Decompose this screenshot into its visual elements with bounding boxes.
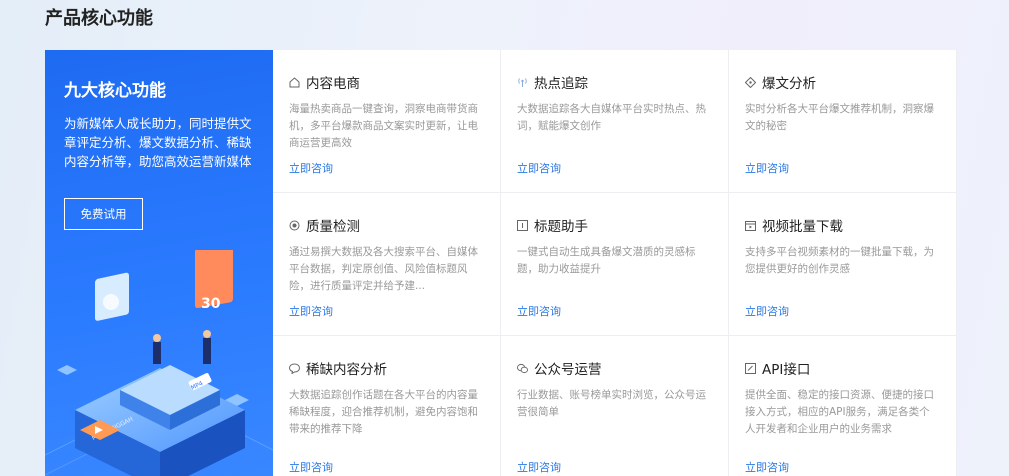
feature-title: 稀缺内容分析 bbox=[306, 362, 387, 378]
feature-title: API接口 bbox=[762, 362, 811, 378]
free-trial-button[interactable]: 免费试用 bbox=[64, 198, 143, 230]
feature-card-quality-check: 质量检测 通过易撰大数据及各大搜索平台、自媒体平台数据，判定原创值、风险值标题风… bbox=[273, 193, 501, 336]
feature-card-content-ecommerce: 内容电商 海量热卖商品一键查询，洞察电商带货商机，多平台爆款商品文案实时更新，让… bbox=[273, 50, 501, 193]
isometric-illustration: 30 MENGUNGGAH MP4 bbox=[45, 250, 273, 476]
feature-card-viral-article-analysis: 爆文分析 实时分析各大平台爆文推荐机制，洞察爆文的秘密 立即咨询 bbox=[729, 50, 957, 193]
feature-card-official-account-ops: 公众号运营 行业数据、账号榜单实时浏览，公众号运营很简单 立即咨询 bbox=[501, 336, 729, 476]
section-title: 产品核心功能 bbox=[45, 8, 153, 29]
feature-title: 内容电商 bbox=[306, 76, 360, 92]
feature-card-api: API接口 提供全面、稳定的接口资源、便捷的接口接入方式，相应的API服务，满足… bbox=[729, 336, 957, 476]
consult-link[interactable]: 立即咨询 bbox=[745, 459, 789, 475]
feature-description: 行业数据、账号榜单实时浏览，公众号运营很简单 bbox=[517, 389, 706, 418]
wechat-icon bbox=[517, 363, 528, 374]
download-icon bbox=[745, 220, 756, 231]
feature-description: 通过易撰大数据及各大搜索平台、自媒体平台数据，判定原创值、风险值标题风险，进行质… bbox=[289, 246, 478, 292]
feature-card-video-download: 视频批量下载 支持多平台视频素材的一键批量下载，为您提供更好的创作灵感 立即咨询 bbox=[729, 193, 957, 336]
feature-title: 公众号运营 bbox=[534, 362, 602, 378]
consult-link[interactable]: 立即咨询 bbox=[517, 303, 561, 319]
feature-card-hotspot-tracking: 热点追踪 大数据追踪各大自媒体平台实时热点、热词，赋能爆文创作 立即咨询 bbox=[501, 50, 729, 193]
feature-card-scarce-content-analysis: 稀缺内容分析 大数据追踪创作话题在各大平台的内容量稀缺程度，迎合推荐机制，避免内… bbox=[273, 336, 501, 476]
feature-title: 质量检测 bbox=[306, 219, 360, 235]
feature-title: 爆文分析 bbox=[762, 76, 816, 92]
illustration-number: 30 bbox=[201, 296, 221, 312]
feature-card-title-assistant: 标题助手 一键式自动生成具备爆文潜质的灵感标题，助力收益提升 立即咨询 bbox=[501, 193, 729, 336]
title-icon bbox=[517, 219, 528, 231]
feature-title: 标题助手 bbox=[534, 219, 588, 235]
consult-link[interactable]: 立即咨询 bbox=[289, 459, 333, 475]
feature-description: 提供全面、稳定的接口资源、便捷的接口接入方式，相应的API服务，满足各类个人开发… bbox=[745, 389, 934, 435]
intro-title: 九大核心功能 bbox=[64, 81, 166, 101]
feature-description: 大数据追踪各大自媒体平台实时热点、热词，赋能爆文创作 bbox=[517, 103, 706, 132]
intro-panel: 九大核心功能 为新媒体人成长助力，同时提供文章评定分析、爆文数据分析、稀缺内容分… bbox=[45, 50, 273, 476]
consult-link[interactable]: 立即咨询 bbox=[517, 459, 561, 475]
broadcast-icon bbox=[517, 77, 528, 88]
consult-link[interactable]: 立即咨询 bbox=[745, 160, 789, 176]
feature-title: 热点追踪 bbox=[534, 76, 588, 92]
comment-icon bbox=[289, 362, 300, 374]
features-panel: 九大核心功能 为新媒体人成长助力，同时提供文章评定分析、爆文数据分析、稀缺内容分… bbox=[45, 50, 957, 476]
consult-link[interactable]: 立即咨询 bbox=[289, 160, 333, 176]
quality-icon bbox=[289, 220, 300, 231]
home-icon bbox=[289, 76, 300, 88]
feature-title: 视频批量下载 bbox=[762, 219, 843, 235]
consult-link[interactable]: 立即咨询 bbox=[517, 160, 561, 176]
feature-description: 大数据追踪创作话题在各大平台的内容量稀缺程度，迎合推荐机制，避免内容饱和带来的推… bbox=[289, 389, 478, 435]
consult-link[interactable]: 立即咨询 bbox=[745, 303, 789, 319]
feature-description: 海量热卖商品一键查询，洞察电商带货商机，多平台爆款商品文案实时更新，让电商运营更… bbox=[289, 103, 478, 149]
feature-description: 实时分析各大平台爆文推荐机制，洞察爆文的秘密 bbox=[745, 103, 934, 132]
features-grid: 内容电商 海量热卖商品一键查询，洞察电商带货商机，多平台爆款商品文案实时更新，让… bbox=[273, 50, 957, 476]
consult-link[interactable]: 立即咨询 bbox=[289, 303, 333, 319]
api-icon bbox=[745, 362, 756, 374]
intro-description: 为新媒体人成长助力，同时提供文章评定分析、爆文数据分析、稀缺内容分析等，助您高效… bbox=[64, 116, 252, 169]
feature-description: 支持多平台视频素材的一键批量下载，为您提供更好的创作灵感 bbox=[745, 246, 934, 275]
feature-description: 一键式自动生成具备爆文潜质的灵感标题，助力收益提升 bbox=[517, 246, 696, 275]
diamond-icon bbox=[745, 76, 756, 88]
